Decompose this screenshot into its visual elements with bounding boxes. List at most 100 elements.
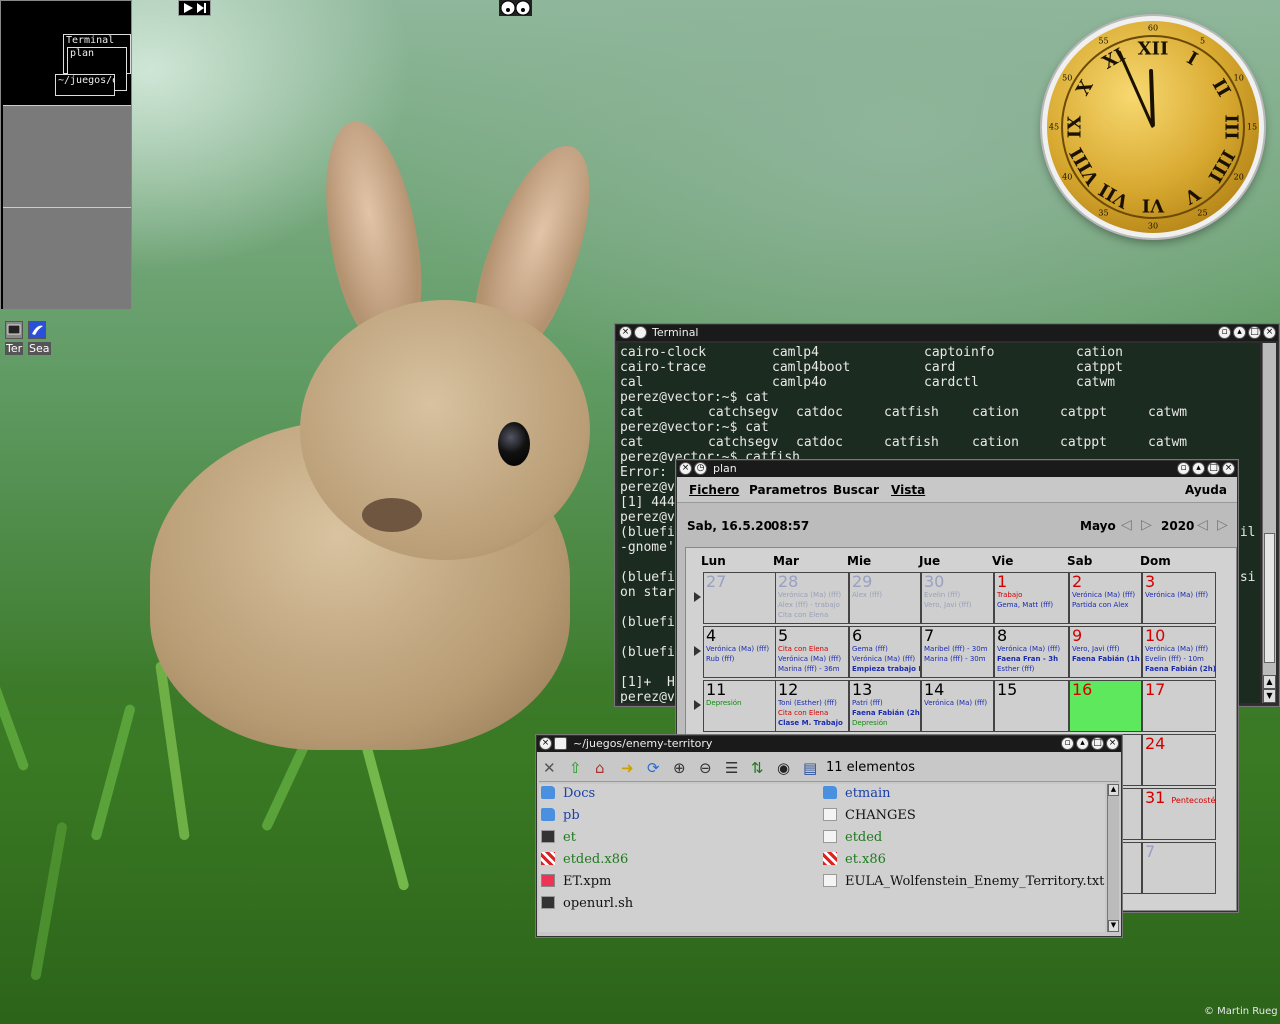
- calendar-event[interactable]: Maribel (fff) - 30m: [924, 644, 991, 654]
- calendar-event[interactable]: Partida con Alex: [1072, 600, 1139, 610]
- terminal-icon[interactable]: [5, 321, 23, 339]
- close-icon[interactable]: ×: [539, 737, 552, 750]
- pager-window-filemanager[interactable]: ~/juegos/e: [55, 74, 115, 96]
- calendar-day-cell[interactable]: 30 Evelin (fff) Vero, Javi (fff): [921, 572, 994, 624]
- calendar-event[interactable]: Verónica (Ma) (fff): [1145, 590, 1213, 600]
- scroll-down-icon[interactable]: ▼: [1108, 920, 1119, 932]
- calendar-event[interactable]: Verónica (Ma) (fff): [852, 654, 918, 664]
- scroll-up-icon[interactable]: ▲: [1108, 784, 1119, 796]
- calendar-event[interactable]: Depresión: [706, 698, 773, 708]
- calendar-event[interactable]: Marina (fff) - 30m: [924, 654, 991, 664]
- scroll-down-icon[interactable]: ▼: [1263, 689, 1276, 703]
- week-select-icon[interactable]: [694, 646, 701, 656]
- calendar-day-cell[interactable]: 11 Depresión: [703, 680, 776, 732]
- filelist-scrollbar[interactable]: ▲ ▼: [1107, 784, 1119, 932]
- shade-icon[interactable]: ▫: [1061, 737, 1074, 750]
- list-view-icon[interactable]: ☰: [725, 760, 741, 776]
- close-icon[interactable]: ×: [679, 462, 692, 475]
- calendar-event[interactable]: Verónica (Ma) (fff): [1145, 644, 1213, 654]
- calendar-event[interactable]: Verónica (Ma) (fff): [997, 644, 1066, 654]
- file-item[interactable]: CHANGES: [823, 806, 916, 826]
- terminal-titlebar[interactable]: × Terminal ▫ ▴ □ ×: [616, 325, 1278, 341]
- menu-ayuda[interactable]: Ayuda: [1185, 483, 1227, 497]
- week-select-icon[interactable]: [694, 700, 701, 710]
- week-select-icon[interactable]: [694, 592, 701, 602]
- calendar-day-cell[interactable]: 7 Maribel (fff) - 30m Marina (fff) - 30m: [921, 626, 994, 678]
- calendar-day-cell[interactable]: 16: [1069, 680, 1142, 732]
- play-next-icon[interactable]: [178, 0, 211, 16]
- close-window-icon[interactable]: ×: [1263, 326, 1276, 339]
- next-year-icon[interactable]: ▷: [1217, 517, 1228, 533]
- file-item[interactable]: et: [541, 828, 576, 848]
- calendar-day-cell[interactable]: 27: [703, 572, 776, 624]
- calendar-event[interactable]: Verónica (Ma) (fff): [778, 590, 846, 600]
- calendar-event[interactable]: Alex (fff): [852, 590, 918, 600]
- sticky-icon[interactable]: [634, 326, 647, 339]
- calendar-day-cell[interactable]: 4 Verónica (Ma) (fff) Rub (fff): [703, 626, 776, 678]
- up-icon[interactable]: ⇧: [569, 760, 585, 776]
- menu-parametros[interactable]: Parametros: [749, 483, 827, 497]
- file-item[interactable]: openurl.sh: [541, 894, 633, 914]
- close-window-icon[interactable]: ×: [1106, 737, 1119, 750]
- close-icon[interactable]: ×: [619, 326, 632, 339]
- calendar-day-cell[interactable]: 31 Pentecostés: [1142, 788, 1216, 840]
- calendar-event[interactable]: Clase M. Trabajo: [778, 718, 846, 728]
- menu-fichero[interactable]: Fichero: [689, 483, 739, 497]
- prev-month-icon[interactable]: ◁: [1121, 517, 1132, 533]
- prev-year-icon[interactable]: ◁: [1197, 517, 1208, 533]
- calendar-event[interactable]: Verónica (Ma) (fff): [778, 654, 846, 664]
- menu-vista[interactable]: Vista: [891, 483, 925, 497]
- calendar-event[interactable]: Cita con Elena: [778, 644, 846, 654]
- menu-buscar[interactable]: Buscar: [833, 483, 879, 497]
- filemanager-titlebar[interactable]: × ~/juegos/enemy-territory ▫ ▴ □ ×: [537, 736, 1121, 752]
- reload-icon[interactable]: ⟳: [647, 760, 663, 776]
- taskbar-label-seamonkey[interactable]: Sea: [28, 342, 51, 355]
- calendar-event[interactable]: Verónica (Ma) (fff): [1072, 590, 1139, 600]
- calendar-day-cell[interactable]: 10 Verónica (Ma) (fff) Evelin (fff) - 10m F…: [1142, 626, 1216, 678]
- calendar-event[interactable]: Toni (Esther) (fff): [778, 698, 846, 708]
- calendar-event[interactable]: Faena Fabián (2h): [1145, 664, 1215, 674]
- maximize-icon[interactable]: □: [1207, 462, 1220, 475]
- file-item[interactable]: Docs: [541, 784, 595, 804]
- taskbar-label-terminal[interactable]: Ter: [5, 342, 24, 355]
- calendar-day-cell[interactable]: 6 Gema (fff) Verónica (Ma) (fff) Empieza tr…: [849, 626, 921, 678]
- calendar-day-cell[interactable]: 8 Verónica (Ma) (fff) Faena Fran - 3h Esthe…: [994, 626, 1069, 678]
- calendar-day-cell[interactable]: 28 Verónica (Ma) (fff) Alex (fff) - trabaj…: [775, 572, 849, 624]
- folder-window-icon[interactable]: [554, 737, 567, 750]
- raise-icon[interactable]: ▴: [1192, 462, 1205, 475]
- xeyes-icon[interactable]: [499, 0, 532, 16]
- calendar-day-cell[interactable]: 1 Trabajo Gema, Matt (fff): [994, 572, 1069, 624]
- sort-icon[interactable]: ⇅: [751, 760, 767, 776]
- calendar-event[interactable]: Empieza trabajo M: [852, 664, 920, 674]
- calendar-event[interactable]: Trabajo: [997, 590, 1066, 600]
- file-item[interactable]: etmain: [823, 784, 891, 804]
- details-icon[interactable]: ▤: [803, 760, 819, 776]
- maximize-icon[interactable]: □: [1248, 326, 1261, 339]
- maximize-icon[interactable]: □: [1091, 737, 1104, 750]
- calendar-day-cell[interactable]: 5 Cita con Elena Verónica (Ma) (fff) Marina…: [775, 626, 849, 678]
- calendar-event[interactable]: Esther (fff): [997, 664, 1066, 674]
- calendar-event[interactable]: Cita con Elena: [778, 610, 846, 620]
- calendar-event[interactable]: Verónica (Ma) (fff): [924, 698, 991, 708]
- calendar-event[interactable]: Vero, Javi (fff): [1072, 644, 1139, 654]
- file-item[interactable]: etded: [823, 828, 882, 848]
- calendar-event[interactable]: Evelin (fff): [924, 590, 991, 600]
- calendar-event[interactable]: Gema (fff): [852, 644, 918, 654]
- raise-icon[interactable]: ▴: [1233, 326, 1246, 339]
- scrollbar-thumb[interactable]: [1264, 533, 1275, 663]
- file-item[interactable]: pb: [541, 806, 580, 826]
- calendar-event[interactable]: Faena Fabián (1h: [1072, 654, 1140, 664]
- calendar-event[interactable]: Gema, Matt (fff): [997, 600, 1066, 610]
- calendar-event[interactable]: Evelin (fff) - 10m: [1145, 654, 1213, 664]
- file-list[interactable]: Docs etmain pb CHANGES et etded etded.x86 et.x8…: [539, 784, 1105, 932]
- file-item[interactable]: et.x86: [823, 850, 886, 870]
- clock-icon[interactable]: ◷: [694, 462, 707, 475]
- workspace-pager[interactable]: Terminal plan ~/juegos/e: [0, 0, 132, 310]
- shade-icon[interactable]: ▫: [1218, 326, 1231, 339]
- calendar-event[interactable]: Rub (fff): [706, 654, 773, 664]
- calendar-day-cell[interactable]: 7: [1142, 842, 1216, 894]
- calendar-event[interactable]: Faena Fabián (2h): [852, 708, 920, 718]
- home-icon[interactable]: ⌂: [595, 760, 611, 776]
- calendar-day-cell[interactable]: 12 Toni (Esther) (fff) Cita con Elena Clase…: [775, 680, 849, 732]
- next-month-icon[interactable]: ▷: [1141, 517, 1152, 533]
